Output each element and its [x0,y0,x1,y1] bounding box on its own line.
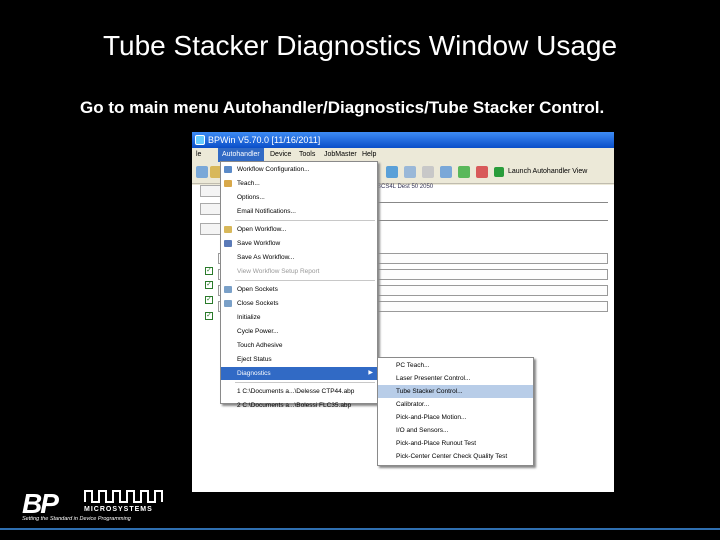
menu-item-save-workflow[interactable]: Save Workflow [221,237,377,250]
menu-item-label: Diagnostics [237,370,271,377]
menu-item-label: 1 C:\Documents a...\Delesse CTP44.abp [237,388,355,395]
menu-separator [235,382,375,383]
menu-autohandler[interactable]: Autohandler [218,148,264,162]
logo-subbrand: MICROSYSTEMS [84,506,153,513]
app-icon [195,135,205,145]
menu-item-eject-status[interactable]: Eject Status [221,353,377,366]
menu-item-recent-file-1[interactable]: 1 C:\Documents a...\Delesse CTP44.abp [221,385,377,398]
menu-separator [235,280,375,281]
content-divider [372,211,608,221]
menu-item-view-workflow-setup-report[interactable]: View Workflow Setup Report [221,265,377,278]
socket-open-icon [224,286,232,293]
menu-item-label: Workflow Configuration... [237,166,310,173]
teach-icon [224,180,232,187]
tool-icon[interactable] [422,166,434,178]
menu-help[interactable]: Help [358,148,380,162]
autohandler-menu: Workflow Configuration... Teach... Optio… [220,161,378,409]
menu-jobmaster[interactable]: JobMaster [320,148,361,162]
menu-item-laser-presenter-control[interactable]: Laser Presenter Control... [378,372,533,385]
menu-item-io-and-sensors[interactable]: I/O and Sensors... [378,424,533,437]
menu-separator [235,220,375,221]
stop-icon[interactable] [476,166,488,178]
menu-item-close-sockets[interactable]: Close Sockets [221,297,377,310]
bpwin-window: BPWin V5.70.0 [11/16/2011] le Autohandle… [192,132,614,492]
menu-item-open-workflow[interactable]: Open Workflow... [221,223,377,236]
open-folder-icon [224,226,232,233]
menu-item-label: PC Teach... [396,362,430,369]
menu-item-label: Open Workflow... [237,226,287,233]
menu-item-label: Open Sockets [237,286,278,293]
window-title: BPWin V5.70.0 [11/16/2011] [208,135,321,145]
menu-item-cycle-power[interactable]: Cycle Power... [221,325,377,338]
menu-item-label: Initialize [237,314,261,321]
content-tab-2[interactable] [200,203,222,215]
menu-item-email-notifications[interactable]: Email Notifications... [221,205,377,218]
menu-item-save-as-workflow[interactable]: Save As Workflow... [221,251,377,264]
submenu-arrow-icon: ▶ [368,370,373,376]
menu-item-tube-stacker-control[interactable]: Tube Stacker Control... [378,385,533,398]
menu-item-label: Teach... [237,180,260,187]
menu-item-label: Save Workflow [237,240,281,247]
menu-item-calibrator[interactable]: Calibrator... [378,398,533,411]
workflow-icon [224,166,232,173]
launch-autohandler-view-button[interactable]: Launch Autohandler View [492,165,587,179]
window-titlebar: BPWin V5.70.0 [11/16/2011] [192,132,614,148]
menu-item-open-sockets[interactable]: Open Sockets [221,283,377,296]
socket-close-icon [224,300,232,307]
view-icon[interactable] [404,166,416,178]
menu-item-label: Eject Status [237,356,272,363]
slide-instruction: Go to main menu Autohandler/Diagnostics/… [80,98,605,117]
menu-item-workflow-configuration[interactable]: Workflow Configuration... [221,163,377,176]
settings-icon[interactable] [386,166,398,178]
menu-item-pick-center-quality-test[interactable]: Pick-Center Center Check Quality Test [378,450,533,463]
save-icon [224,240,232,247]
content-tab-3[interactable] [200,223,222,235]
menu-item-label: Email Notifications... [237,208,296,215]
new-icon[interactable] [196,166,208,178]
menu-item-label: Close Sockets [237,300,279,307]
verify-icon[interactable] [458,166,470,178]
slide-title: Tube Stacker Diagnostics Window Usage [102,30,618,61]
menu-file[interactable]: le [192,148,205,162]
menu-item-label: Pick-and-Place Motion... [396,414,467,421]
menubar: le Autohandler Device Tools JobMaster He… [192,148,614,162]
menu-item-initialize[interactable]: Initialize [221,311,377,324]
menu-item-label: Pick-Center Center Check Quality Test [396,453,508,460]
bp-microsystems-logo: BP MICROSYSTEMS Setting the Standard in … [22,488,172,524]
menu-item-options[interactable]: Options... [221,191,377,204]
menu-item-recent-file-2[interactable]: 2 C:\Documents a...\Bolessi FLC35.abp [221,399,377,409]
menu-item-label: View Workflow Setup Report [237,268,320,275]
content-fragment: BCS4L Dest 50 2050 [377,184,434,190]
row-checkbox[interactable]: ✓ [205,312,213,320]
menu-item-label: Tube Stacker Control... [396,388,463,395]
menu-item-label: Cycle Power... [237,328,279,335]
row-checkbox[interactable]: ✓ [205,296,213,304]
menu-item-label: Laser Presenter Control... [396,375,471,382]
program-icon[interactable] [440,166,452,178]
row-checkbox[interactable]: ✓ [205,267,213,275]
menu-item-diagnostics[interactable]: Diagnostics ▶ [221,367,377,380]
row-checkbox[interactable]: ✓ [205,281,213,289]
menu-item-label: Touch Adhesive [237,342,283,349]
menu-tools[interactable]: Tools [295,148,319,162]
menu-item-teach[interactable]: Teach... [221,177,377,190]
diagnostics-submenu: PC Teach... Laser Presenter Control... T… [377,357,534,466]
menu-item-label: Options... [237,194,265,201]
menu-item-pick-and-place-runout-test[interactable]: Pick-and-Place Runout Test [378,437,533,450]
content-divider [372,193,608,203]
menu-item-touch-adhesive[interactable]: Touch Adhesive [221,339,377,352]
logo-wave-icon [84,490,163,503]
content-tab-1[interactable] [200,185,222,197]
menu-item-label: I/O and Sensors... [396,427,449,434]
menu-item-pick-and-place-motion[interactable]: Pick-and-Place Motion... [378,411,533,424]
menu-item-label: Save As Workflow... [237,254,295,261]
menu-device[interactable]: Device [266,148,295,162]
menu-item-pc-teach[interactable]: PC Teach... [378,359,533,372]
logo-tagline: Setting the Standard in Device Programmi… [22,516,131,522]
bottom-rule [0,528,720,530]
menu-item-label: Calibrator... [396,401,430,408]
menu-item-label: 2 C:\Documents a...\Bolessi FLC35.abp [237,402,352,409]
menu-item-label: Pick-and-Place Runout Test [396,440,477,447]
